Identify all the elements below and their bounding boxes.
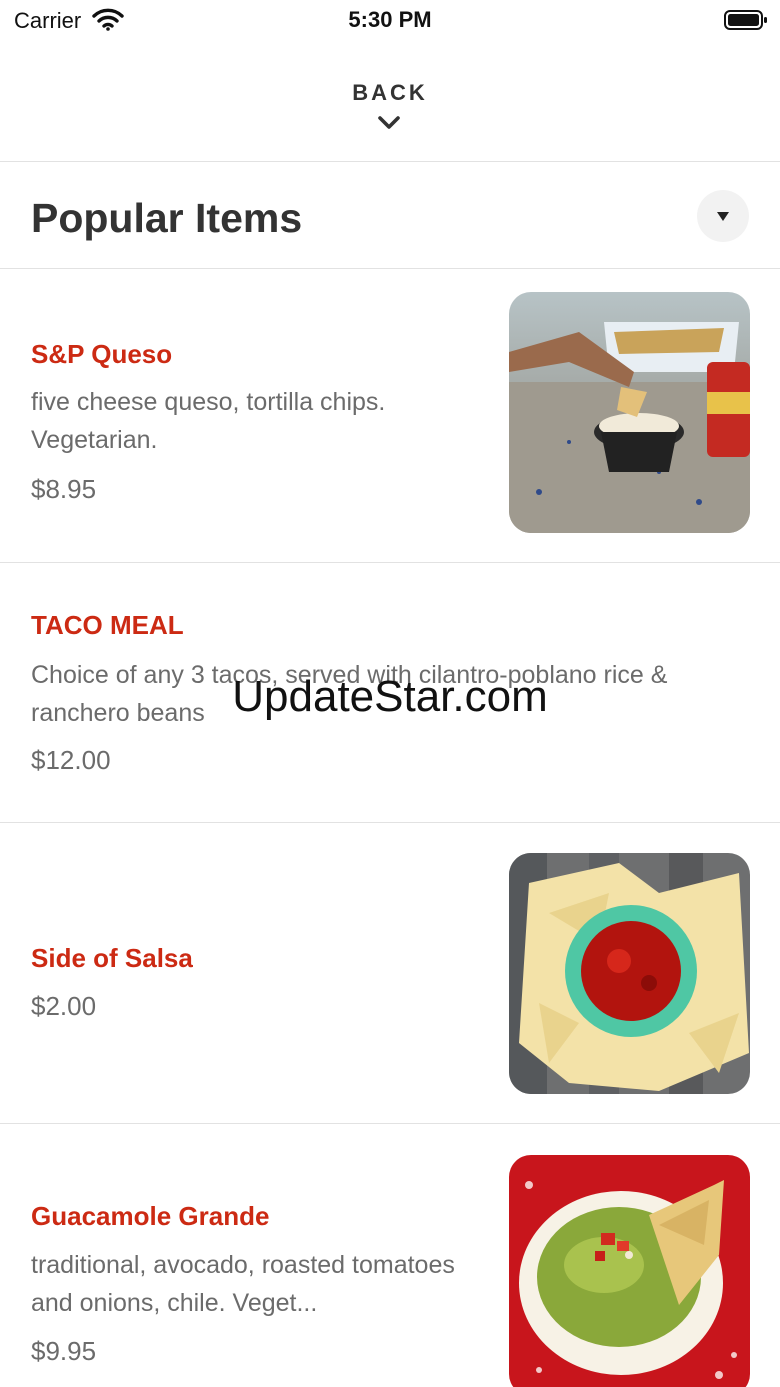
back-button[interactable]: BACK [0,40,780,162]
item-description: five cheese queso, tortilla chips. Veget… [31,388,386,454]
item-name: TACO MEAL [31,610,184,640]
salsa-bowl-with-chips-photo [509,853,750,1094]
chevron-down-icon [378,116,400,129]
item-name: S&P Queso [31,339,173,369]
watermark: UpdateStar.com [232,672,548,721]
status-bar: Carrier 5:30 PM [0,0,780,40]
section-header: Popular Items [0,163,780,269]
collapse-section-button[interactable] [697,190,749,242]
item-price: $12.00 [31,745,111,775]
caret-down-icon [717,212,729,221]
back-label: BACK [352,80,428,105]
item-description: traditional, avocado, roasted tomatoes a… [31,1251,455,1317]
item-name: Guacamole Grande [31,1201,270,1231]
queso-with-chips-photo [509,292,750,533]
item-name: Side of Salsa [31,943,193,973]
item-price: $9.95 [31,1336,97,1366]
section-title: Popular Items [31,195,303,241]
menu-item[interactable]: S&P Queso five cheese queso, tortilla ch… [0,270,780,563]
guacamole-bowl-photo [509,1155,750,1387]
menu-item[interactable]: Guacamole Grande traditional, avocado, r… [0,1124,780,1387]
menu-item[interactable]: Side of Salsa $2.00 [0,823,780,1124]
battery-icon [724,10,767,30]
item-price: $8.95 [31,474,97,504]
clock: 5:30 PM [348,7,432,32]
item-price: $2.00 [31,991,97,1021]
